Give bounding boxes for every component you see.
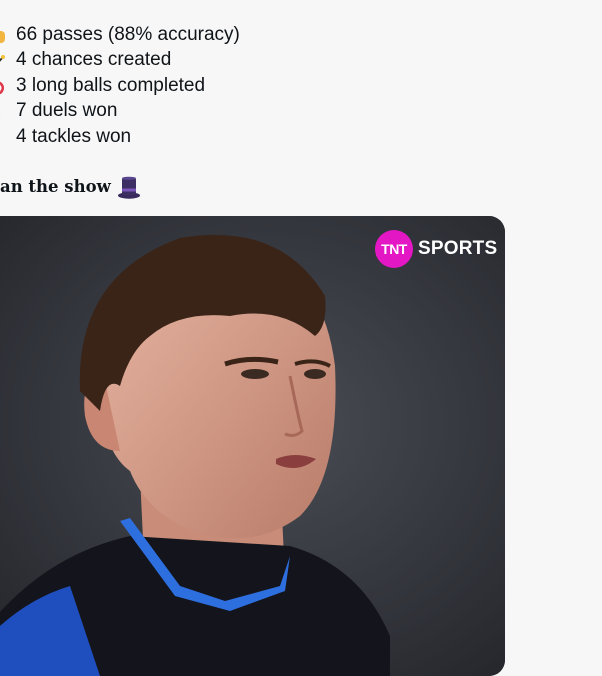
tweet-media-card[interactable]: TNT SPORTS <box>0 216 505 676</box>
stat-text: 66 passes (88% accuracy) <box>16 24 240 45</box>
stat-text: 4 tackles won <box>16 125 132 147</box>
magic-wand-icon <box>0 52 9 68</box>
tagline-text: an the show <box>0 177 111 196</box>
tnt-logo-word: SPORTS <box>418 238 498 259</box>
top-hat-icon <box>117 174 141 200</box>
soccer-pass-emoji-icon <box>0 27 9 43</box>
target-icon <box>0 78 9 94</box>
tnt-logo-mark: TNT <box>375 230 413 268</box>
stat-text: 3 long balls completed <box>16 74 206 96</box>
shield-icon <box>0 129 9 145</box>
flexed-arm-icon <box>0 103 9 119</box>
stat-text: 7 duels won <box>16 100 118 122</box>
stat-text: 4 chances created <box>16 49 172 71</box>
player-photo <box>0 216 505 676</box>
tnt-sports-logo: TNT SPORTS <box>375 230 497 268</box>
tweet-tagline: an the show <box>0 173 141 201</box>
